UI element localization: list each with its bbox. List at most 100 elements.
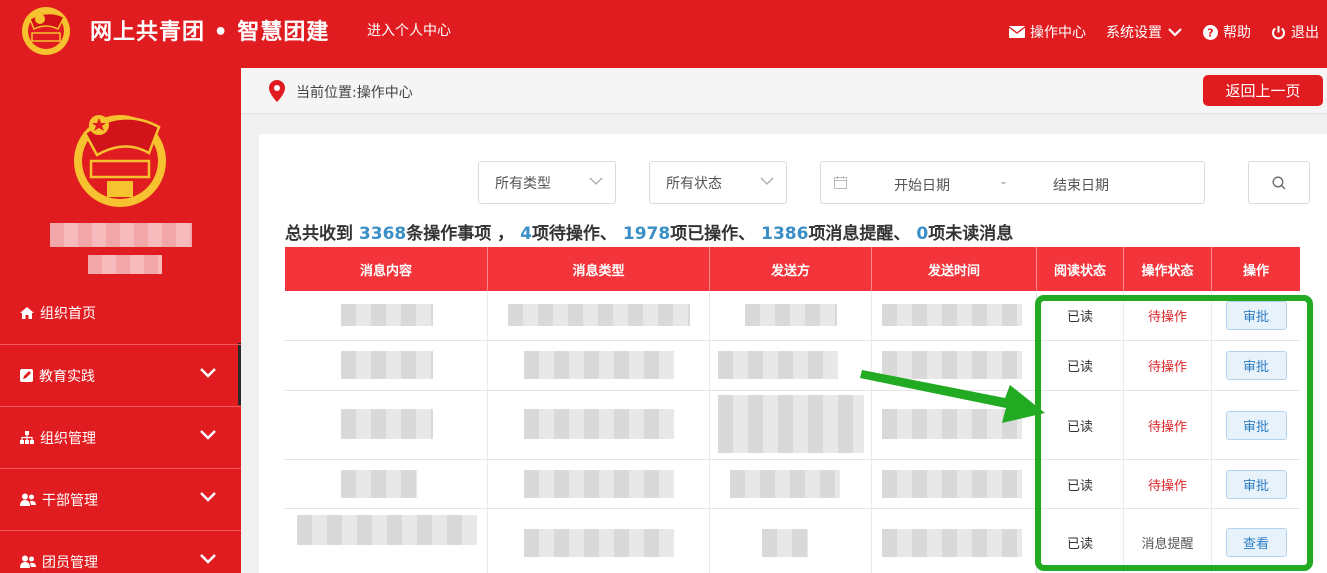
blurred-content [745, 304, 837, 326]
cell-time [872, 291, 1037, 340]
cell-op-status: 待操作 [1124, 460, 1212, 508]
cell-type [488, 391, 710, 459]
cell-action: 审批 [1212, 291, 1300, 340]
type-select[interactable]: 所有类型 [478, 161, 616, 204]
operation-table: 消息内容 消息类型 发送方 发送时间 阅读状态 操作状态 操作 已读 待操作 审… [285, 247, 1300, 573]
col-header-time: 发送时间 [872, 247, 1037, 291]
blurred-content [882, 409, 1022, 439]
approve-button[interactable]: 审批 [1225, 410, 1287, 440]
chevron-down-icon [1168, 28, 1182, 37]
col-header-read-status: 阅读状态 [1037, 247, 1124, 291]
sidebar-item-education[interactable]: 教育实践 [0, 344, 241, 406]
summary-text-5: 项未读消息 [928, 224, 1014, 244]
cell-time [872, 391, 1037, 459]
sitemap-icon [20, 431, 34, 444]
table-row: 已读 待操作 审批 [285, 460, 1300, 509]
blurred-content [524, 409, 674, 439]
nav-logout[interactable]: 退出 [1271, 22, 1319, 42]
summary-unread: 0 [916, 224, 929, 244]
league-emblem-icon [22, 7, 70, 55]
cell-type [488, 291, 710, 340]
sidebar-item-org-home[interactable]: 组织首页 [0, 282, 241, 344]
svg-text:?: ? [1207, 26, 1213, 39]
nav-operation-center[interactable]: 操作中心 [1009, 22, 1086, 42]
cell-time [872, 460, 1037, 508]
personal-center-link[interactable]: 进入个人中心 [367, 20, 451, 40]
status-select[interactable]: 所有状态 [649, 161, 787, 204]
approve-button[interactable]: 审批 [1225, 469, 1287, 499]
users-icon [20, 493, 36, 506]
cell-content [285, 291, 488, 340]
summary-text-4: 项消息提醒、 [808, 224, 917, 244]
nav-help[interactable]: ? 帮助 [1203, 22, 1251, 42]
chevron-down-icon [200, 368, 216, 378]
chevron-down-icon [200, 430, 216, 440]
blurred-content [524, 351, 674, 379]
view-button[interactable]: 查看 [1225, 528, 1287, 557]
content-panel: 所有类型 所有状态 开始日期 - 结束日期 总共收到 3368条操作事项 ， 4… [259, 134, 1327, 573]
status-select-value: 所有状态 [666, 175, 722, 192]
power-icon [1272, 25, 1285, 39]
cell-action: 审批 [1212, 341, 1300, 390]
blurred-content [882, 470, 1022, 498]
chevron-down-icon [200, 492, 216, 502]
sidebar-item-member-management[interactable]: 团员管理 [0, 530, 241, 573]
blurred-content [524, 529, 674, 557]
summary-prefix: 总共收到 [285, 224, 359, 244]
location-pin-icon [269, 80, 285, 102]
cell-action: 审批 [1212, 460, 1300, 508]
type-select-value: 所有类型 [495, 175, 551, 192]
date-range-picker[interactable]: 开始日期 - 结束日期 [820, 161, 1205, 204]
cell-type [488, 460, 710, 508]
blurred-content [882, 529, 1022, 557]
col-header-content: 消息内容 [285, 247, 488, 291]
cell-time [872, 341, 1037, 390]
blurred-content [524, 470, 674, 498]
search-button[interactable] [1248, 161, 1310, 204]
blurred-content [718, 395, 864, 453]
sidebar-menu: 组织首页 教育实践 组织管理 干部管理 团员管理 [0, 282, 241, 573]
user-name-blurred [50, 223, 192, 247]
cell-action: 查看 [1212, 509, 1300, 573]
summary-pending: 4 [520, 224, 532, 244]
sidebar-item-label: 团员管理 [42, 554, 98, 571]
back-button[interactable]: 返回上一页 [1203, 75, 1323, 106]
cell-op-status: 待操作 [1124, 291, 1212, 340]
search-icon [1272, 176, 1286, 189]
col-header-op-status: 操作状态 [1124, 247, 1212, 291]
blurred-content [730, 470, 840, 498]
blurred-content [718, 351, 838, 379]
envelope-icon [1009, 26, 1025, 38]
chevron-down-icon [200, 554, 216, 564]
approve-button[interactable]: 审批 [1225, 301, 1287, 330]
cell-sender [710, 460, 872, 508]
end-date-input[interactable]: 结束日期 [1053, 175, 1109, 195]
col-header-sender: 发送方 [710, 247, 872, 291]
blurred-content [341, 351, 433, 379]
calendar-icon [834, 176, 847, 189]
summary-text-3: 项已操作、 [670, 224, 762, 244]
cell-op-status: 待操作 [1124, 341, 1212, 390]
cell-read-status: 已读 [1037, 391, 1124, 459]
start-date-input[interactable]: 开始日期 [894, 175, 950, 195]
cell-type [488, 509, 710, 573]
cell-time [872, 509, 1037, 573]
blurred-content [882, 304, 1022, 326]
cell-content [285, 460, 488, 508]
summary-text: 总共收到 3368条操作事项 ， 4项待操作、 1978项已操作、 1386项消… [285, 219, 1013, 244]
approve-button[interactable]: 审批 [1225, 351, 1287, 380]
sidebar-item-cadre-management[interactable]: 干部管理 [0, 468, 241, 530]
blurred-content [341, 304, 433, 326]
summary-notify: 1386 [761, 224, 809, 244]
nav-system-settings-label: 系统设置 [1106, 25, 1162, 41]
brand-title: 网上共青团 • 智慧团建 [90, 20, 330, 45]
nav-operation-center-label: 操作中心 [1030, 25, 1086, 41]
cell-op-status: 消息提醒 [1124, 509, 1212, 573]
table-row: 已读 待操作 审批 [285, 291, 1300, 341]
nav-system-settings[interactable]: 系统设置 [1106, 22, 1183, 42]
cell-sender [710, 509, 872, 573]
sidebar-item-org-management[interactable]: 组织管理 [0, 406, 241, 468]
cell-read-status: 已读 [1037, 460, 1124, 508]
nav-logout-label: 退出 [1291, 25, 1319, 41]
cell-sender [710, 391, 872, 459]
